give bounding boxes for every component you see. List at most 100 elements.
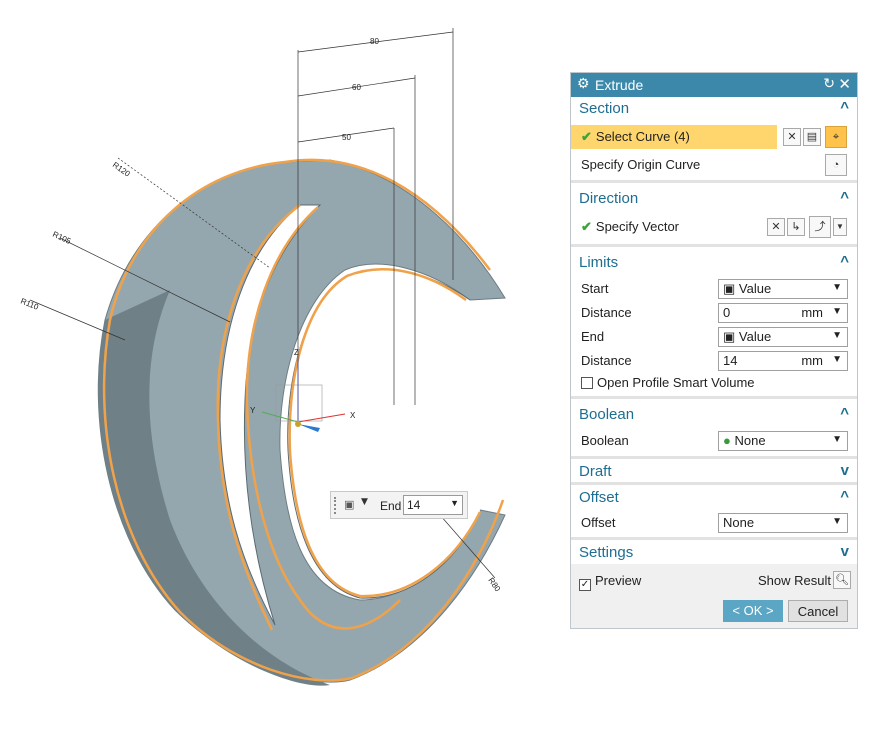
- chevron-down-icon: ▼: [832, 282, 842, 293]
- dialog-titlebar[interactable]: ⚙ Extrude ↻ ✕: [571, 73, 857, 97]
- settings-header[interactable]: Settings v: [571, 541, 857, 565]
- start-label: Start: [581, 281, 609, 296]
- model-view: 80 60 50 R120 R105 R110 R80 X Y Z: [19, 28, 506, 686]
- end-option-select[interactable]: ▣ Value ▼: [718, 327, 848, 347]
- drag-handle-icon[interactable]: [334, 497, 339, 514]
- limits-group: Limits ^ Start ▣ Value ▼ Distance 0 mm ▼…: [571, 247, 857, 399]
- on-screen-end-input[interactable]: ▣ ▼ End 14 ▼: [330, 491, 468, 519]
- chevron-down-icon: ▼: [832, 330, 842, 341]
- reset-icon[interactable]: ↻: [823, 75, 835, 92]
- dialog-footer: ✓ Preview Show Result 🔍︎ < OK > Cancel: [571, 564, 857, 628]
- value-cube-icon: ▣: [723, 281, 739, 296]
- select-curve-icon[interactable]: ⌖: [825, 126, 847, 148]
- boolean-title: Boolean: [579, 406, 635, 423]
- radius-r80: R80: [486, 576, 502, 594]
- origin-curve-label: Specify Origin Curve: [581, 157, 701, 172]
- specify-vector-label: ✔ Specify Vector: [581, 219, 680, 234]
- end-label: End: [581, 329, 605, 344]
- chevron-up-icon[interactable]: ^: [840, 488, 849, 505]
- select-curve-row[interactable]: ✔ Select Curve (4) ✕ ▤ ⌖: [571, 125, 857, 149]
- end-distance-row: Distance 14 mm ▼: [571, 349, 857, 373]
- offset-select[interactable]: None ▼: [718, 513, 848, 533]
- checkbox-checked-icon[interactable]: ✓: [579, 579, 591, 591]
- direction-group: Direction ^ ✔ Specify Vector ✕ ↳ ⤴ ▼: [571, 183, 857, 247]
- reverse-direction-icon[interactable]: ✕: [767, 218, 785, 236]
- ok-button[interactable]: < OK >: [723, 600, 783, 622]
- end-distance-input[interactable]: 14 mm ▼: [718, 351, 848, 371]
- chevron-down-icon[interactable]: v: [841, 543, 849, 560]
- draft-header[interactable]: Draft v: [571, 460, 857, 484]
- settings-title: Settings: [579, 544, 634, 561]
- chevron-down-icon[interactable]: ▼: [450, 498, 459, 508]
- end-unit: mm: [801, 353, 823, 368]
- close-icon[interactable]: ✕: [838, 75, 851, 93]
- checkbox-icon[interactable]: [581, 377, 593, 389]
- open-profile-checkbox[interactable]: Open Profile Smart Volume: [581, 375, 755, 390]
- vector-dialog-icon[interactable]: ↳: [787, 218, 805, 236]
- chevron-up-icon[interactable]: ^: [840, 189, 849, 206]
- dim-80: 80: [370, 37, 379, 46]
- preview-checkbox[interactable]: ✓ Preview: [579, 573, 641, 591]
- boolean-label: Boolean: [581, 433, 629, 448]
- offset-group: Offset ^ Offset None ▼: [571, 485, 857, 540]
- start-distance-input[interactable]: 0 mm ▼: [718, 303, 848, 323]
- chevron-down-icon[interactable]: ▼: [832, 354, 842, 365]
- chevron-down-icon[interactable]: v: [841, 462, 849, 479]
- chevron-down-icon[interactable]: ▼: [361, 497, 368, 507]
- extrude-dialog: ⚙ Extrude ↻ ✕ Section ^ ✔ Select Curve (4…: [570, 72, 858, 629]
- chevron-down-icon: ▼: [832, 434, 842, 445]
- start-distance-label: Distance: [581, 305, 632, 320]
- direction-header[interactable]: Direction ^: [571, 187, 857, 211]
- radius-r110: R110: [19, 297, 40, 312]
- chevron-up-icon[interactable]: ^: [840, 405, 849, 422]
- show-result-icon[interactable]: 🔍︎: [833, 571, 851, 589]
- curve-rule-icon[interactable]: ✕: [783, 128, 801, 146]
- chevron-down-icon: ▼: [832, 516, 842, 527]
- direction-title: Direction: [579, 190, 639, 207]
- boolean-header[interactable]: Boolean ^: [571, 403, 857, 427]
- limits-title: Limits: [579, 254, 619, 271]
- crescent-hole: [287, 268, 481, 599]
- axis-x-label: X: [350, 411, 356, 420]
- value-cube-icon[interactable]: ▣: [344, 498, 354, 511]
- inferred-vector-icon[interactable]: ⤴: [809, 216, 831, 238]
- open-profile-row[interactable]: Open Profile Smart Volume: [571, 371, 857, 395]
- section-title: Section: [579, 100, 630, 117]
- offset-label: Offset: [581, 515, 616, 530]
- check-icon: ✔: [581, 219, 592, 234]
- start-distance-value: 0: [723, 305, 731, 320]
- offset-header[interactable]: Offset ^: [571, 486, 857, 510]
- settings-group: Settings v: [571, 540, 857, 564]
- start-option-select[interactable]: ▣ Value ▼: [718, 279, 848, 299]
- chevron-down-icon[interactable]: ▼: [832, 306, 842, 317]
- offset-title: Offset: [579, 489, 619, 506]
- section-group: Section ^ ✔ Select Curve (4) ✕ ▤ ⌖ Specif…: [571, 97, 857, 183]
- show-result-label: Show Result: [758, 573, 831, 588]
- boolean-group: Boolean ^ Boolean ● None ▼: [571, 399, 857, 459]
- graphics-viewport[interactable]: 80 60 50 R120 R105 R110 R80 X Y Z: [0, 0, 560, 738]
- chevron-up-icon[interactable]: ^: [840, 99, 849, 116]
- axis-z-label: Z: [294, 348, 299, 357]
- origin-curve-icon[interactable]: ◔: [825, 154, 847, 176]
- origin-curve-row[interactable]: Specify Origin Curve ◔: [571, 153, 857, 177]
- end-value-input[interactable]: 14 ▼: [403, 495, 463, 515]
- dim-60: 60: [352, 83, 361, 92]
- limits-header[interactable]: Limits ^: [571, 251, 857, 275]
- start-distance-row: Distance 0 mm ▼: [571, 301, 857, 325]
- section-header[interactable]: Section ^: [571, 97, 857, 121]
- end-value-text: 14: [407, 498, 421, 512]
- dim-50: 50: [342, 133, 351, 142]
- chevron-up-icon[interactable]: ^: [840, 253, 849, 270]
- end-distance-label: Distance: [581, 353, 632, 368]
- offset-row: Offset None ▼: [571, 511, 857, 535]
- check-icon: ✔: [581, 129, 592, 144]
- chevron-down-icon[interactable]: ▼: [833, 218, 847, 236]
- cancel-button[interactable]: Cancel: [788, 600, 848, 622]
- end-distance-value: 14: [723, 353, 738, 368]
- specify-vector-row[interactable]: ✔ Specify Vector ✕ ↳ ⤴ ▼: [571, 215, 857, 239]
- boolean-row: Boolean ● None ▼: [571, 429, 857, 453]
- start-unit: mm: [801, 305, 823, 320]
- radius-r105: R105: [51, 230, 73, 246]
- boolean-select[interactable]: ● None ▼: [718, 431, 848, 451]
- sketch-section-icon[interactable]: ▤: [803, 128, 821, 146]
